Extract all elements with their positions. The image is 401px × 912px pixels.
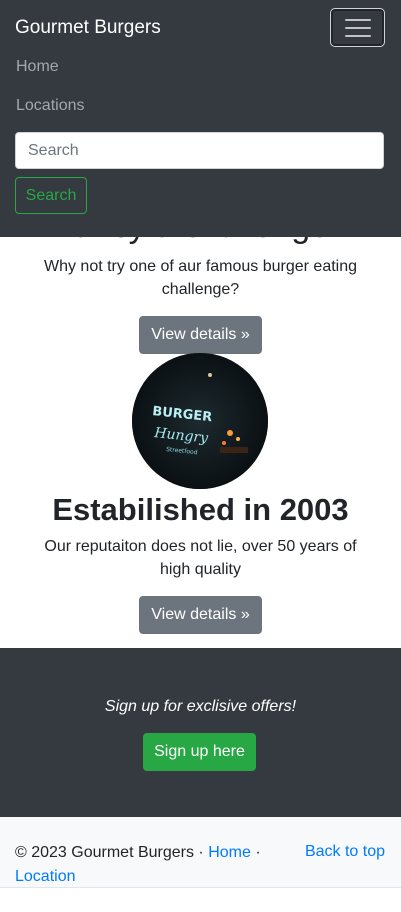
feature-text-established: Our reputaiton does not lie, over 50 yea… — [44, 538, 357, 578]
signup-section: Sign up for exclisive offers! Sign up he… — [0, 648, 401, 817]
copyright-text: © 2023 Gourmet Burgers · — [15, 844, 204, 861]
footer-copyright-block: © 2023 Gourmet Burgers · Home · Location — [15, 841, 285, 889]
navbar-toggler-button[interactable] — [330, 8, 385, 47]
signup-button[interactable]: Sign up here — [143, 733, 256, 771]
burger-neon-photo-icon: BURGER Hungry Streetfood — [132, 353, 268, 489]
footer: © 2023 Gourmet Burgers · Home · Location… — [0, 817, 401, 888]
footer-link-location[interactable]: Location — [15, 868, 76, 885]
signup-text: Sign up for exclisive offers! — [104, 698, 297, 715]
page: Fancy a challenge? Why not try one of au… — [0, 0, 401, 912]
footer-separator: · — [255, 844, 261, 861]
hamburger-menu-icon-bar — [345, 35, 371, 37]
feature-established: Estabilished in 2003 — [0, 490, 401, 530]
search-input[interactable] — [15, 132, 384, 169]
brand-name[interactable]: Gourmet Burgers — [15, 15, 161, 41]
feature-button-row-established: View details » — [0, 596, 401, 634]
back-to-top-link[interactable]: Back to top — [305, 841, 385, 863]
feature-text-wrap-established: Our reputaiton does not lie, over 50 yea… — [0, 535, 401, 581]
hamburger-menu-icon-bar — [345, 27, 371, 29]
feature-text-challenge: Why not try one of aur famous burger eat… — [43, 258, 358, 298]
feature-title-established: Estabilished in 2003 — [52, 492, 349, 527]
burger-neon-image: BURGER Hungry Streetfood — [132, 353, 268, 489]
navbar: Gourmet Burgers Home Locations Search — [0, 0, 401, 237]
hamburger-menu-icon — [345, 19, 371, 21]
page-bottom-spacer — [0, 888, 401, 912]
view-details-button-challenge[interactable]: View details » — [139, 316, 262, 354]
nav-link-locations[interactable]: Locations — [16, 95, 85, 117]
nav-link-home[interactable]: Home — [16, 56, 59, 78]
view-details-button-established[interactable]: View details » — [139, 596, 262, 634]
search-button[interactable]: Search — [15, 177, 87, 214]
footer-link-home[interactable]: Home — [208, 844, 251, 861]
feature-button-row-challenge: View details » — [0, 316, 401, 354]
feature-challenge: Why not try one of aur famous burger eat… — [0, 255, 401, 301]
